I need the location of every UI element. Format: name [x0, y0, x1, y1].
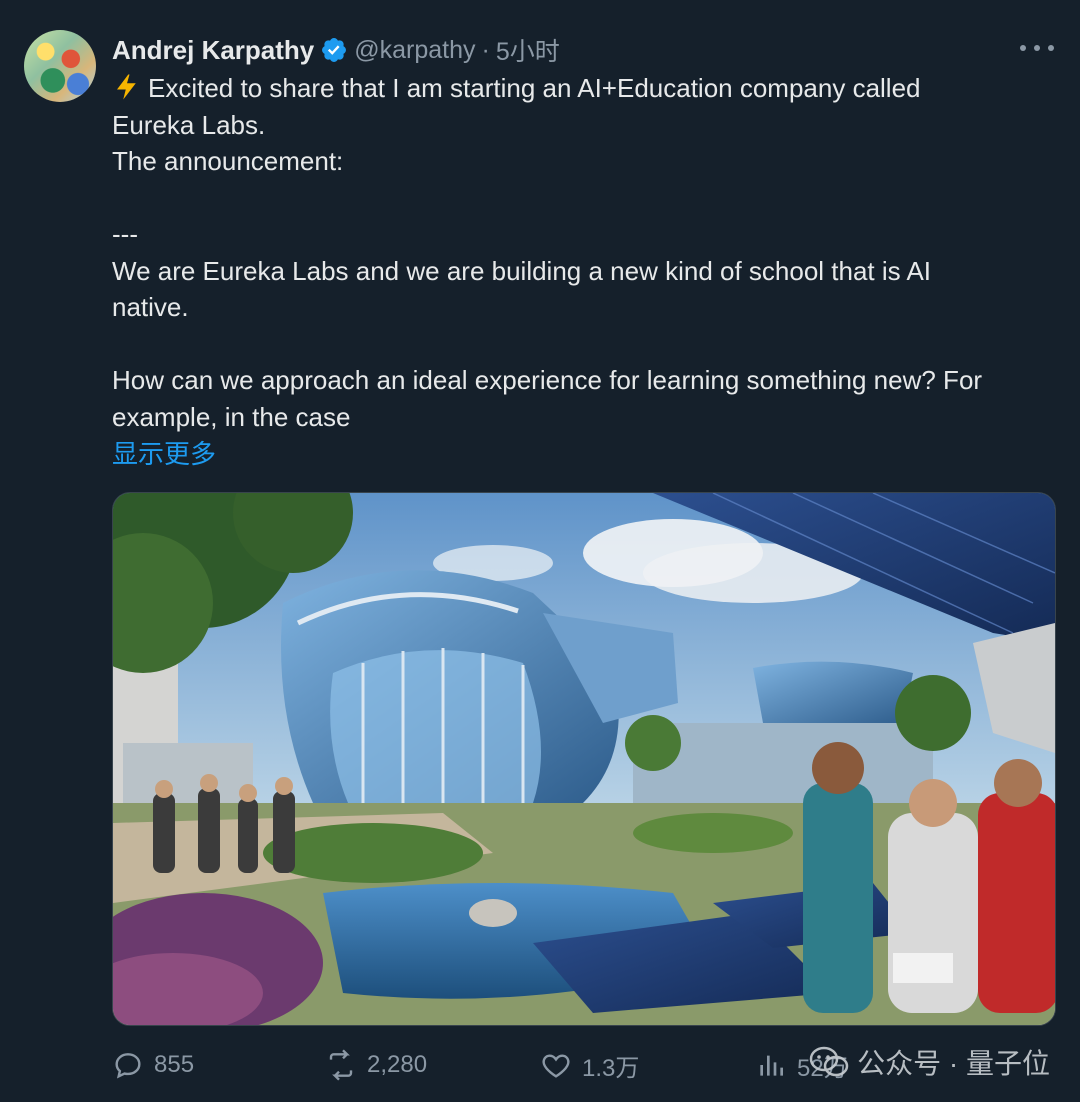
views-icon	[760, 1055, 783, 1076]
author-handle[interactable]: @karpathy	[354, 36, 475, 65]
tweet-line	[112, 326, 1062, 363]
author-name[interactable]: Andrej Karpathy	[112, 35, 314, 66]
wechat-icon	[809, 1046, 849, 1077]
like-button[interactable]: 1.3万	[540, 1040, 639, 1090]
tweet-line: We are Eureka Labs and we are building a…	[112, 255, 932, 286]
tweet-line: The announcement:	[112, 146, 344, 176]
watermark: 公众号 · 量子位	[809, 1042, 1050, 1082]
tweet-line: ---	[112, 219, 138, 249]
timestamp[interactable]: 5小时	[496, 32, 560, 68]
retweet-count: 2,280	[367, 1051, 428, 1078]
tweet-line: Eureka Labs.	[112, 109, 266, 140]
tweet-header: Andrej Karpathy @karpathy · 5小时	[112, 30, 560, 70]
tweet-line: Excited to share that I am starting an A…	[112, 70, 1062, 107]
watermark-text: 公众号 · 量子位	[857, 1048, 1050, 1079]
tweet-line	[112, 180, 1062, 217]
tweet-line: example, in the case	[112, 401, 351, 432]
campus-illustration	[113, 493, 1055, 1025]
reply-button[interactable]: 855	[112, 1040, 194, 1090]
tweet-line: How can we approach an ideal experience …	[112, 365, 983, 395]
avatar[interactable]	[24, 30, 96, 102]
reply-count: 855	[154, 1051, 195, 1078]
retweet-icon	[329, 1049, 353, 1081]
tweet-image[interactable]	[112, 492, 1056, 1026]
verified-badge-icon	[322, 38, 347, 62]
more-options-icon[interactable]	[1020, 36, 1054, 60]
like-count: 1.3万	[582, 1054, 640, 1082]
lightning-icon	[117, 74, 136, 100]
show-more-link[interactable]: 显示更多	[112, 434, 216, 471]
tweet-line: native.	[112, 292, 189, 322]
like-icon	[542, 1054, 570, 1078]
retweet-button[interactable]: 2,280	[325, 1040, 427, 1090]
tweet-text: Excited to share that I am starting an A…	[112, 70, 1062, 435]
separator: ·	[481, 35, 490, 64]
reply-icon	[115, 1053, 141, 1079]
